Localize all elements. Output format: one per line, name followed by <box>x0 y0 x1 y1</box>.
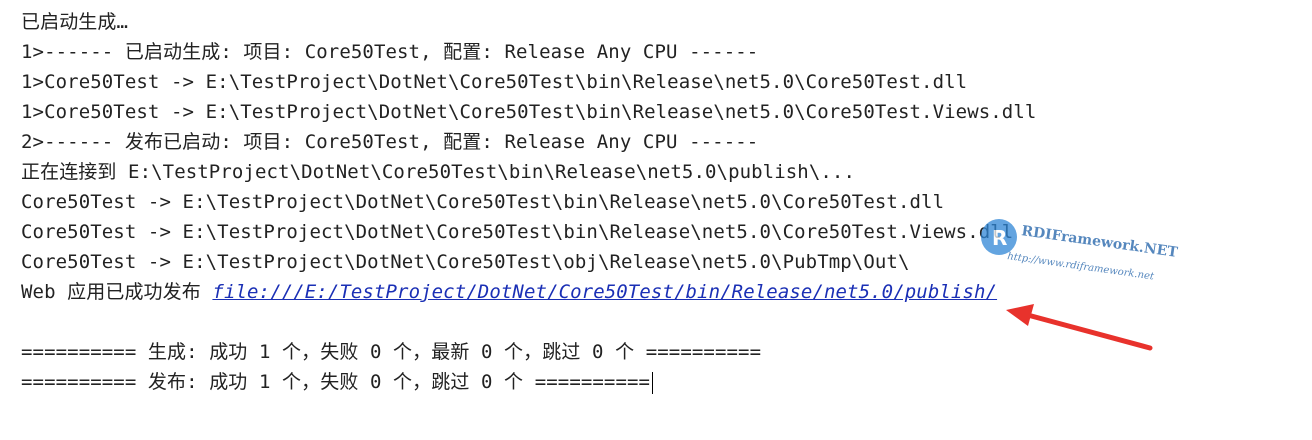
output-line: 正在连接到 E:\TestProject\DotNet\Core50Test\b… <box>21 161 855 183</box>
publish-folder-link[interactable]: file:///E:/TestProject/DotNet/Core50Test… <box>212 281 997 303</box>
watermark-logo: R RDIFramework.NET http://www.rdiframewo… <box>981 219 1179 283</box>
text-cursor <box>652 371 654 394</box>
red-arrow-annotation <box>1006 304 1153 351</box>
output-line: 2>------ 发布已启动: 项目: Core50Test, 配置: Rele… <box>21 131 759 153</box>
svg-text:R: R <box>992 226 1007 250</box>
watermark-url: http://www.rdiframework.net <box>1007 251 1156 283</box>
output-line: 1>Core50Test -> E:\TestProject\DotNet\Co… <box>21 71 968 93</box>
publish-summary-line: ========== 发布: 成功 1 个，失败 0 个，跳过 0 个 ====… <box>21 367 1291 397</box>
output-line: 1>Core50Test -> E:\TestProject\DotNet\Co… <box>21 101 1037 123</box>
output-line: 1>------ 已启动生成: 项目: Core50Test, 配置: Rele… <box>21 41 759 63</box>
output-line: 已启动生成… <box>21 11 129 33</box>
publish-summary-text: ========== 发布: 成功 1 个，失败 0 个，跳过 0 个 ====… <box>21 371 651 393</box>
publish-success-label: Web 应用已成功发布 <box>21 281 213 303</box>
